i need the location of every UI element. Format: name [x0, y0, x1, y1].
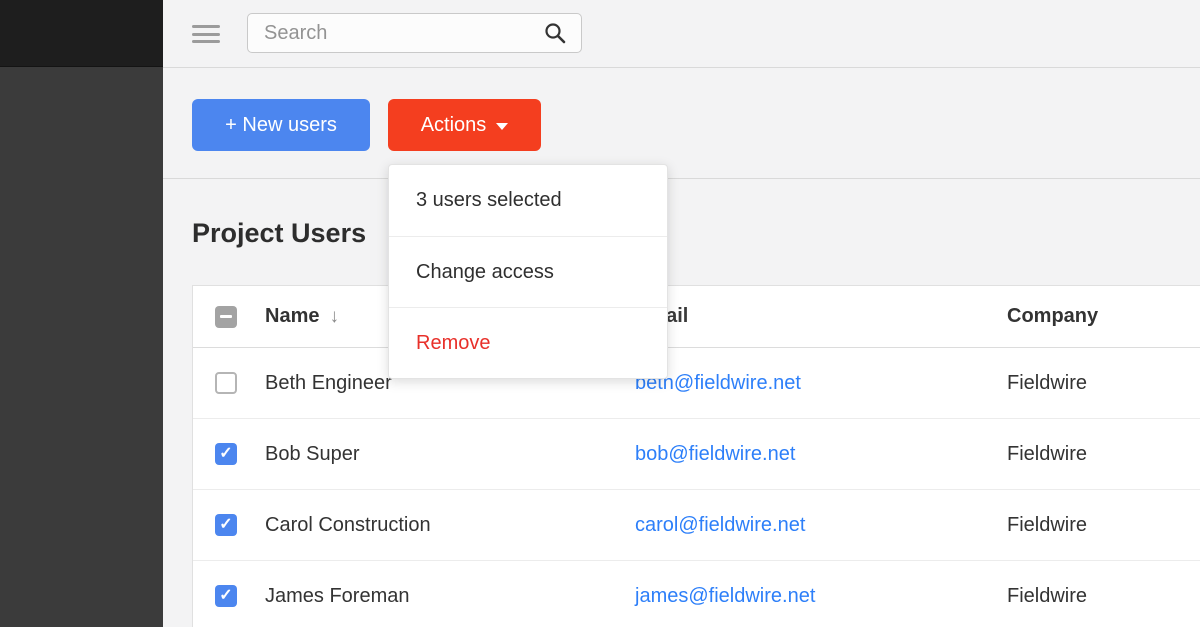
actions-button-label: Actions	[421, 114, 487, 137]
sort-descending-icon[interactable]: ↓	[329, 306, 339, 328]
chevron-down-icon	[496, 123, 508, 130]
project-users-table: Name ↓ Email Company Beth Engineer beth@…	[192, 285, 1200, 627]
page-title: Project Users	[192, 218, 366, 249]
hamburger-menu-icon[interactable]	[192, 25, 220, 43]
search-box	[247, 13, 582, 53]
user-company: Fieldwire	[1007, 443, 1087, 465]
table-row: Beth Engineer beth@fieldwire.net Fieldwi…	[193, 348, 1200, 419]
row-checkbox[interactable]	[215, 585, 237, 607]
user-company: Fieldwire	[1007, 372, 1087, 394]
row-checkbox[interactable]	[215, 443, 237, 465]
user-name: Beth Engineer	[265, 372, 392, 395]
topbar	[163, 0, 1200, 68]
column-header-name[interactable]: Name	[265, 305, 319, 328]
user-name: Carol Construction	[265, 514, 431, 537]
menu-item-change-access[interactable]: Change access	[389, 236, 667, 307]
actions-dropdown-menu: 3 users selected Change access Remove	[388, 164, 668, 379]
search-icon[interactable]	[544, 22, 566, 44]
user-email-link[interactable]: bob@fieldwire.net	[635, 443, 795, 465]
table-row: James Foreman james@fieldwire.net Fieldw…	[193, 561, 1200, 627]
search-input[interactable]	[247, 13, 582, 53]
user-company: Fieldwire	[1007, 585, 1087, 607]
user-name: Bob Super	[265, 443, 360, 466]
row-checkbox[interactable]	[215, 372, 237, 394]
menu-item-remove[interactable]: Remove	[389, 307, 667, 378]
table-header-row: Name ↓ Email Company	[193, 286, 1200, 348]
column-header-company[interactable]: Company	[1007, 305, 1098, 327]
sidebar	[0, 0, 163, 627]
selected-count-label: 3 users selected	[389, 165, 667, 236]
user-company: Fieldwire	[1007, 514, 1087, 536]
user-email-link[interactable]: carol@fieldwire.net	[635, 514, 805, 536]
user-email-link[interactable]: james@fieldwire.net	[635, 585, 815, 607]
select-all-checkbox[interactable]	[215, 306, 237, 328]
table-row: Carol Construction carol@fieldwire.net F…	[193, 490, 1200, 561]
row-checkbox[interactable]	[215, 514, 237, 536]
section-divider	[163, 178, 1200, 179]
actions-button[interactable]: Actions	[388, 99, 541, 151]
user-name: James Foreman	[265, 585, 410, 608]
table-row: Bob Super bob@fieldwire.net Fieldwire	[193, 419, 1200, 490]
new-users-button[interactable]: + New users	[192, 99, 370, 151]
sidebar-header	[0, 0, 163, 67]
